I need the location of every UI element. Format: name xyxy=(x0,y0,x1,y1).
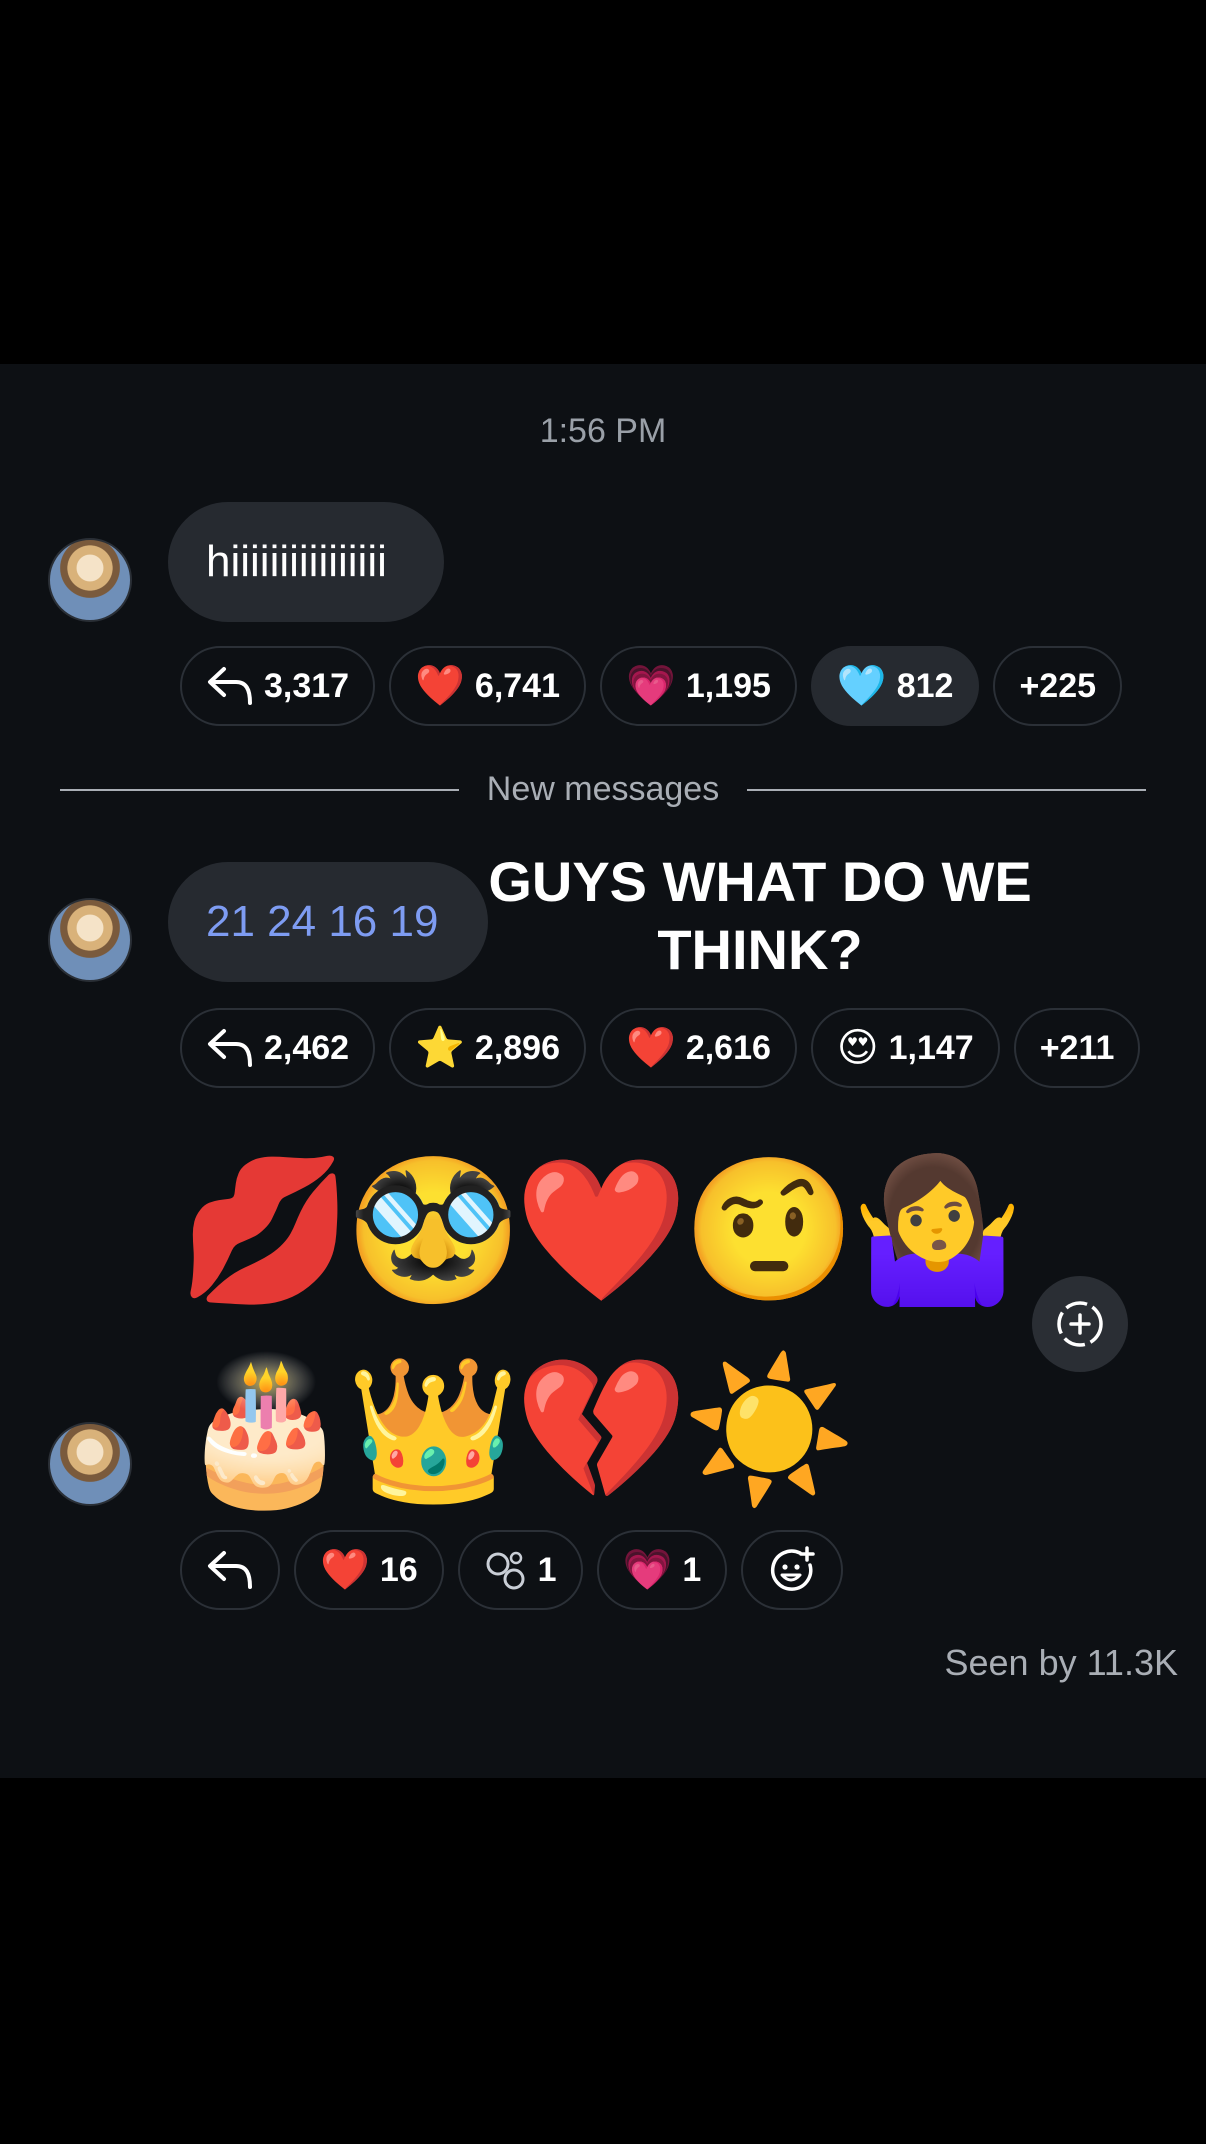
reaction-count: +211 xyxy=(1039,1028,1115,1067)
reaction-row: 2,462 ⭐ 2,896 ❤️ 2,616 😍 1,147 +211 xyxy=(180,1008,1141,1088)
reaction-count: 1 xyxy=(682,1550,702,1589)
raised-eyebrow-face-icon: 🤨 xyxy=(682,1151,857,1308)
reply-icon xyxy=(208,667,252,705)
crown-icon: 👑 xyxy=(346,1351,521,1508)
dashed-circle-plus-icon xyxy=(1057,1301,1103,1347)
divider-label: New messages xyxy=(486,770,720,808)
emoji-message[interactable]: 💋 🥸 ❤️ 🤨 🤷‍♀️ 🎂 👑 💔 ☀️ xyxy=(178,1150,1025,1510)
reaction-count: 1,147 xyxy=(888,1028,974,1067)
sun-icon: ☀️ xyxy=(682,1351,857,1508)
message-bubble[interactable]: hiiiiiiiiiiiiiiii xyxy=(168,502,444,622)
reaction-chip[interactable]: ❤️ 16 xyxy=(294,1530,444,1610)
star-icon: ⭐ xyxy=(415,1026,465,1070)
reaction-chip-selected[interactable]: 🩵 812 xyxy=(810,646,980,726)
avatar[interactable] xyxy=(48,898,132,982)
reaction-chip[interactable]: ❤️ 6,741 xyxy=(389,646,586,726)
red-heart-icon: ❤️ xyxy=(320,1548,370,1592)
reaction-chip[interactable]: ⭐ 2,896 xyxy=(389,1008,586,1088)
reaction-row: ❤️ 16 1 💗 1 xyxy=(180,1530,844,1610)
reaction-count: 2,896 xyxy=(474,1028,560,1067)
reaction-count: 3,317 xyxy=(264,666,350,705)
divider-line xyxy=(60,788,459,791)
reaction-count: 2,462 xyxy=(264,1028,350,1067)
reaction-count: 16 xyxy=(379,1550,418,1589)
avatar[interactable] xyxy=(48,538,132,622)
broken-heart-icon: 💔 xyxy=(514,1351,689,1508)
red-heart-icon: ❤️ xyxy=(514,1151,689,1308)
reply-count-chip[interactable]: 2,462 xyxy=(180,1008,376,1088)
reaction-chip[interactable]: 💗 1,195 xyxy=(600,646,797,726)
light-blue-heart-icon: 🩵 xyxy=(836,664,887,708)
message-text: 21 24 16 19 xyxy=(206,897,439,946)
more-reactions-chip[interactable]: +211 xyxy=(1013,1008,1141,1088)
reaction-count: 812 xyxy=(896,666,954,705)
seen-by-label: Seen by 11.3K xyxy=(944,1642,1178,1683)
message-bubble[interactable]: 21 24 16 19 xyxy=(168,862,488,982)
reply-count-chip[interactable]: 3,317 xyxy=(180,646,376,726)
disguised-face-icon: 🥸 xyxy=(346,1151,521,1308)
avatar[interactable] xyxy=(48,1422,132,1506)
bubbles-icon xyxy=(486,1551,525,1590)
add-reaction-icon xyxy=(771,1546,816,1591)
pink-heart-icon: 💗 xyxy=(626,664,676,708)
reaction-chip[interactable]: 😍 1,147 xyxy=(810,1008,1000,1088)
reaction-count: 6,741 xyxy=(474,666,560,705)
kiss-mark-icon: 💋 xyxy=(178,1151,353,1308)
new-messages-divider: New messages xyxy=(60,770,1147,809)
reaction-count: 1 xyxy=(537,1550,557,1589)
red-heart-icon: ❤️ xyxy=(415,664,465,708)
more-reactions-chip[interactable]: +225 xyxy=(993,646,1123,726)
overlay-caption: GUYS WHAT DO WE THINK? xyxy=(488,850,1032,981)
reaction-count: 2,616 xyxy=(685,1028,771,1067)
reaction-row: 3,317 ❤️ 6,741 💗 1,195 🩵 812 +225 xyxy=(180,646,1123,726)
reaction-chip[interactable]: 💗 1 xyxy=(596,1530,728,1610)
message-text: hiiiiiiiiiiiiiiii xyxy=(206,537,387,586)
message-timestamp: 1:56 PM xyxy=(539,412,667,450)
add-reaction-button[interactable] xyxy=(741,1530,844,1610)
heart-eyes-icon: 😍 xyxy=(836,1026,879,1070)
reply-icon xyxy=(208,1029,252,1067)
birthday-cake-icon: 🎂 xyxy=(178,1351,353,1508)
pink-heart-icon: 💗 xyxy=(622,1548,673,1592)
reply-button[interactable] xyxy=(180,1530,280,1610)
reaction-count: 1,195 xyxy=(685,666,771,705)
reaction-chip[interactable]: 1 xyxy=(457,1530,583,1610)
reply-icon xyxy=(208,1551,252,1589)
red-heart-icon: ❤️ xyxy=(626,1026,676,1070)
woman-shrugging-icon: 🤷‍♀️ xyxy=(850,1151,1025,1308)
add-to-story-button[interactable] xyxy=(1032,1276,1128,1372)
divider-line xyxy=(747,788,1147,791)
reaction-count: +225 xyxy=(1019,666,1097,705)
reaction-chip[interactable]: ❤️ 2,616 xyxy=(600,1008,797,1088)
